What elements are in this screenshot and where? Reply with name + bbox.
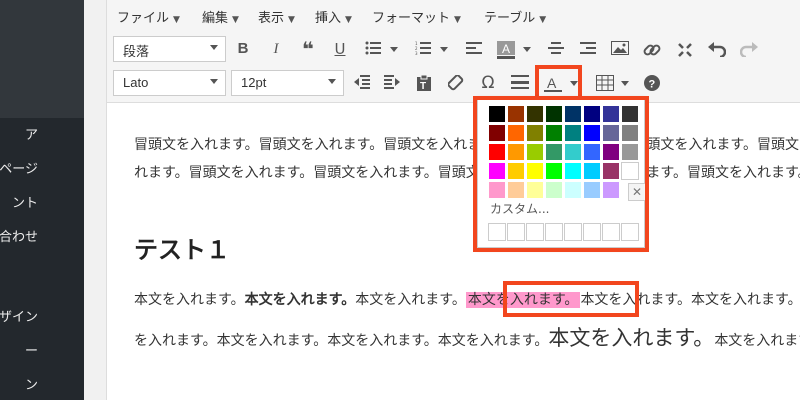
menu-insert[interactable]: 挿入 ▼ <box>315 7 352 26</box>
redo-icon[interactable] <box>737 37 761 61</box>
sidebar-item-label: ン <box>24 378 38 393</box>
horizontal-line-icon[interactable] <box>508 71 532 95</box>
undo-icon[interactable] <box>705 37 729 61</box>
intro-line-2: れます。冒頭文を入れます。冒頭文を入れます。冒頭文を入れます。冒頭文を入れます。… <box>134 165 800 181</box>
align-right-icon[interactable] <box>576 37 600 61</box>
chevron-down-icon: ▼ <box>288 15 295 25</box>
help-icon[interactable]: ? <box>640 71 664 95</box>
eraser-icon[interactable] <box>444 71 468 95</box>
sidebar-item-6[interactable]: ー <box>0 334 84 364</box>
body-text: 本文を入れます。本 <box>714 333 800 349</box>
svg-text:3: 3 <box>415 51 418 55</box>
svg-text:T: T <box>420 81 426 91</box>
chevron-down-icon[interactable] <box>390 47 398 52</box>
underline-icon[interactable]: U <box>328 37 352 61</box>
sidebar-gap <box>84 0 106 400</box>
sidebar-top-section <box>0 0 84 118</box>
editor-content[interactable]: 冒頭文を入れます。冒頭文を入れます。冒頭文を入れます。冒頭文を入れます。冒頭文を… <box>107 104 800 400</box>
menu-label: テーブル <box>484 11 536 26</box>
chevron-down-icon: ▼ <box>345 15 352 25</box>
chevron-down-icon: ▼ <box>173 15 180 25</box>
menu-label: 挿入 <box>315 11 342 26</box>
chevron-down-icon <box>328 79 336 84</box>
body-text: を入れます。本文を入れます。本文を入れます。本文を入れます。 <box>134 333 549 349</box>
chevron-down-icon: ▼ <box>539 15 547 25</box>
sidebar-item-1[interactable]: ア <box>0 118 84 148</box>
sidebar-item-label: ページ <box>0 162 38 177</box>
menu-format[interactable]: フォーマット ▼ <box>372 7 461 26</box>
outdent-icon[interactable] <box>350 71 374 95</box>
chevron-down-icon <box>210 79 218 84</box>
numbered-list-icon[interactable]: 123 <box>411 37 435 61</box>
chevron-down-icon[interactable] <box>621 81 629 86</box>
sidebar-item-2[interactable]: ページ <box>0 152 84 182</box>
body-text: 本文を入れます。 <box>355 292 466 308</box>
special-character-icon[interactable]: Ω <box>476 71 500 95</box>
bullet-list-icon[interactable] <box>361 37 385 61</box>
font-size-value: 12pt <box>241 75 267 90</box>
chevron-down-icon[interactable] <box>440 47 448 52</box>
sidebar-item-3[interactable]: ント <box>0 186 84 216</box>
text-color-highlight-box <box>535 65 582 100</box>
editor-menubar: ファイル ▼ 編集 ▼ 表示 ▼ 挿入 ▼ フォーマット ▼ テーブル ▼ <box>107 0 800 32</box>
unlink-icon[interactable] <box>673 37 697 61</box>
link-icon[interactable] <box>640 37 664 61</box>
chevron-down-icon <box>210 45 218 50</box>
sidebar-item-label: お問い合わせ <box>0 230 38 245</box>
highlighted-text-box <box>503 281 639 317</box>
body-text-bold: 本文を入れます。 <box>244 292 356 308</box>
sidebar-item-design[interactable]: ザイン <box>0 300 84 330</box>
font-size-select[interactable]: 12pt <box>231 70 344 96</box>
sidebar-item-label: ザイン <box>0 310 38 325</box>
font-family-value: Lato <box>123 75 149 90</box>
menu-view[interactable]: 表示 ▼ <box>258 7 295 26</box>
chevron-down-icon: ▼ <box>454 15 461 25</box>
menu-label: 表示 <box>258 11 285 26</box>
body-text: 本文を入れます。 <box>134 292 245 308</box>
menu-table[interactable]: テーブル ▼ <box>484 7 546 26</box>
chevron-down-icon[interactable] <box>523 47 531 52</box>
format-select[interactable]: 段落 <box>113 36 226 62</box>
format-select-value: 段落 <box>123 44 150 59</box>
chevron-down-icon: ▼ <box>232 15 239 25</box>
font-family-select[interactable]: Lato <box>113 70 226 96</box>
body-line-2: を入れます。本文を入れます。本文を入れます。本文を入れます。本文を入れます。本文… <box>134 322 800 352</box>
svg-text:A: A <box>502 42 510 56</box>
intro-line-1: 冒頭文を入れます。冒頭文を入れます。冒頭文を入れます。冒頭文を入れます。冒頭文を… <box>134 137 800 153</box>
body-text-large: 本文を入れます。 <box>548 326 715 350</box>
tinymce-editor: ファイル ▼ 編集 ▼ 表示 ▼ 挿入 ▼ フォーマット ▼ テーブル ▼ 段落 B I ❝… <box>106 0 800 400</box>
sidebar-item-contact[interactable]: お問い合わせ <box>0 220 84 250</box>
menu-label: ファイル <box>117 11 170 26</box>
menu-label: フォーマット <box>372 11 451 26</box>
svg-text:?: ? <box>649 79 656 91</box>
align-left-icon[interactable] <box>462 37 486 61</box>
sidebar-item-7[interactable]: ン <box>0 368 84 398</box>
align-center-icon[interactable] <box>544 37 568 61</box>
italic-icon[interactable]: I <box>264 37 288 61</box>
paste-text-icon[interactable]: T <box>412 71 436 95</box>
color-picker-highlight-box <box>473 96 649 252</box>
indent-icon[interactable] <box>380 71 404 95</box>
image-icon[interactable] <box>608 37 632 61</box>
sidebar-item-label: ー <box>24 344 38 359</box>
menu-label: 編集 <box>202 11 229 26</box>
blockquote-icon[interactable]: ❝ <box>296 37 320 61</box>
table-icon[interactable] <box>593 71 617 95</box>
sidebar-item-label: ント <box>11 196 38 211</box>
menu-edit[interactable]: 編集 ▼ <box>202 7 239 26</box>
menu-file[interactable]: ファイル ▼ <box>117 7 180 26</box>
background-color-icon[interactable]: A <box>494 37 518 61</box>
admin-sidebar: ア ページ ント お問い合わせ ザイン ー ン <box>0 0 84 400</box>
content-heading: テスト１ <box>134 236 230 264</box>
editor-toolbar: ファイル ▼ 編集 ▼ 表示 ▼ 挿入 ▼ フォーマット ▼ テーブル ▼ 段落 B I ❝… <box>107 0 800 103</box>
bold-icon[interactable]: B <box>231 37 255 61</box>
body-line-1: 本文を入れます。本文を入れます。本文を入れます。 本文を入れます。 本文を入れます。… <box>134 289 800 309</box>
sidebar-item-label: ア <box>24 128 38 143</box>
